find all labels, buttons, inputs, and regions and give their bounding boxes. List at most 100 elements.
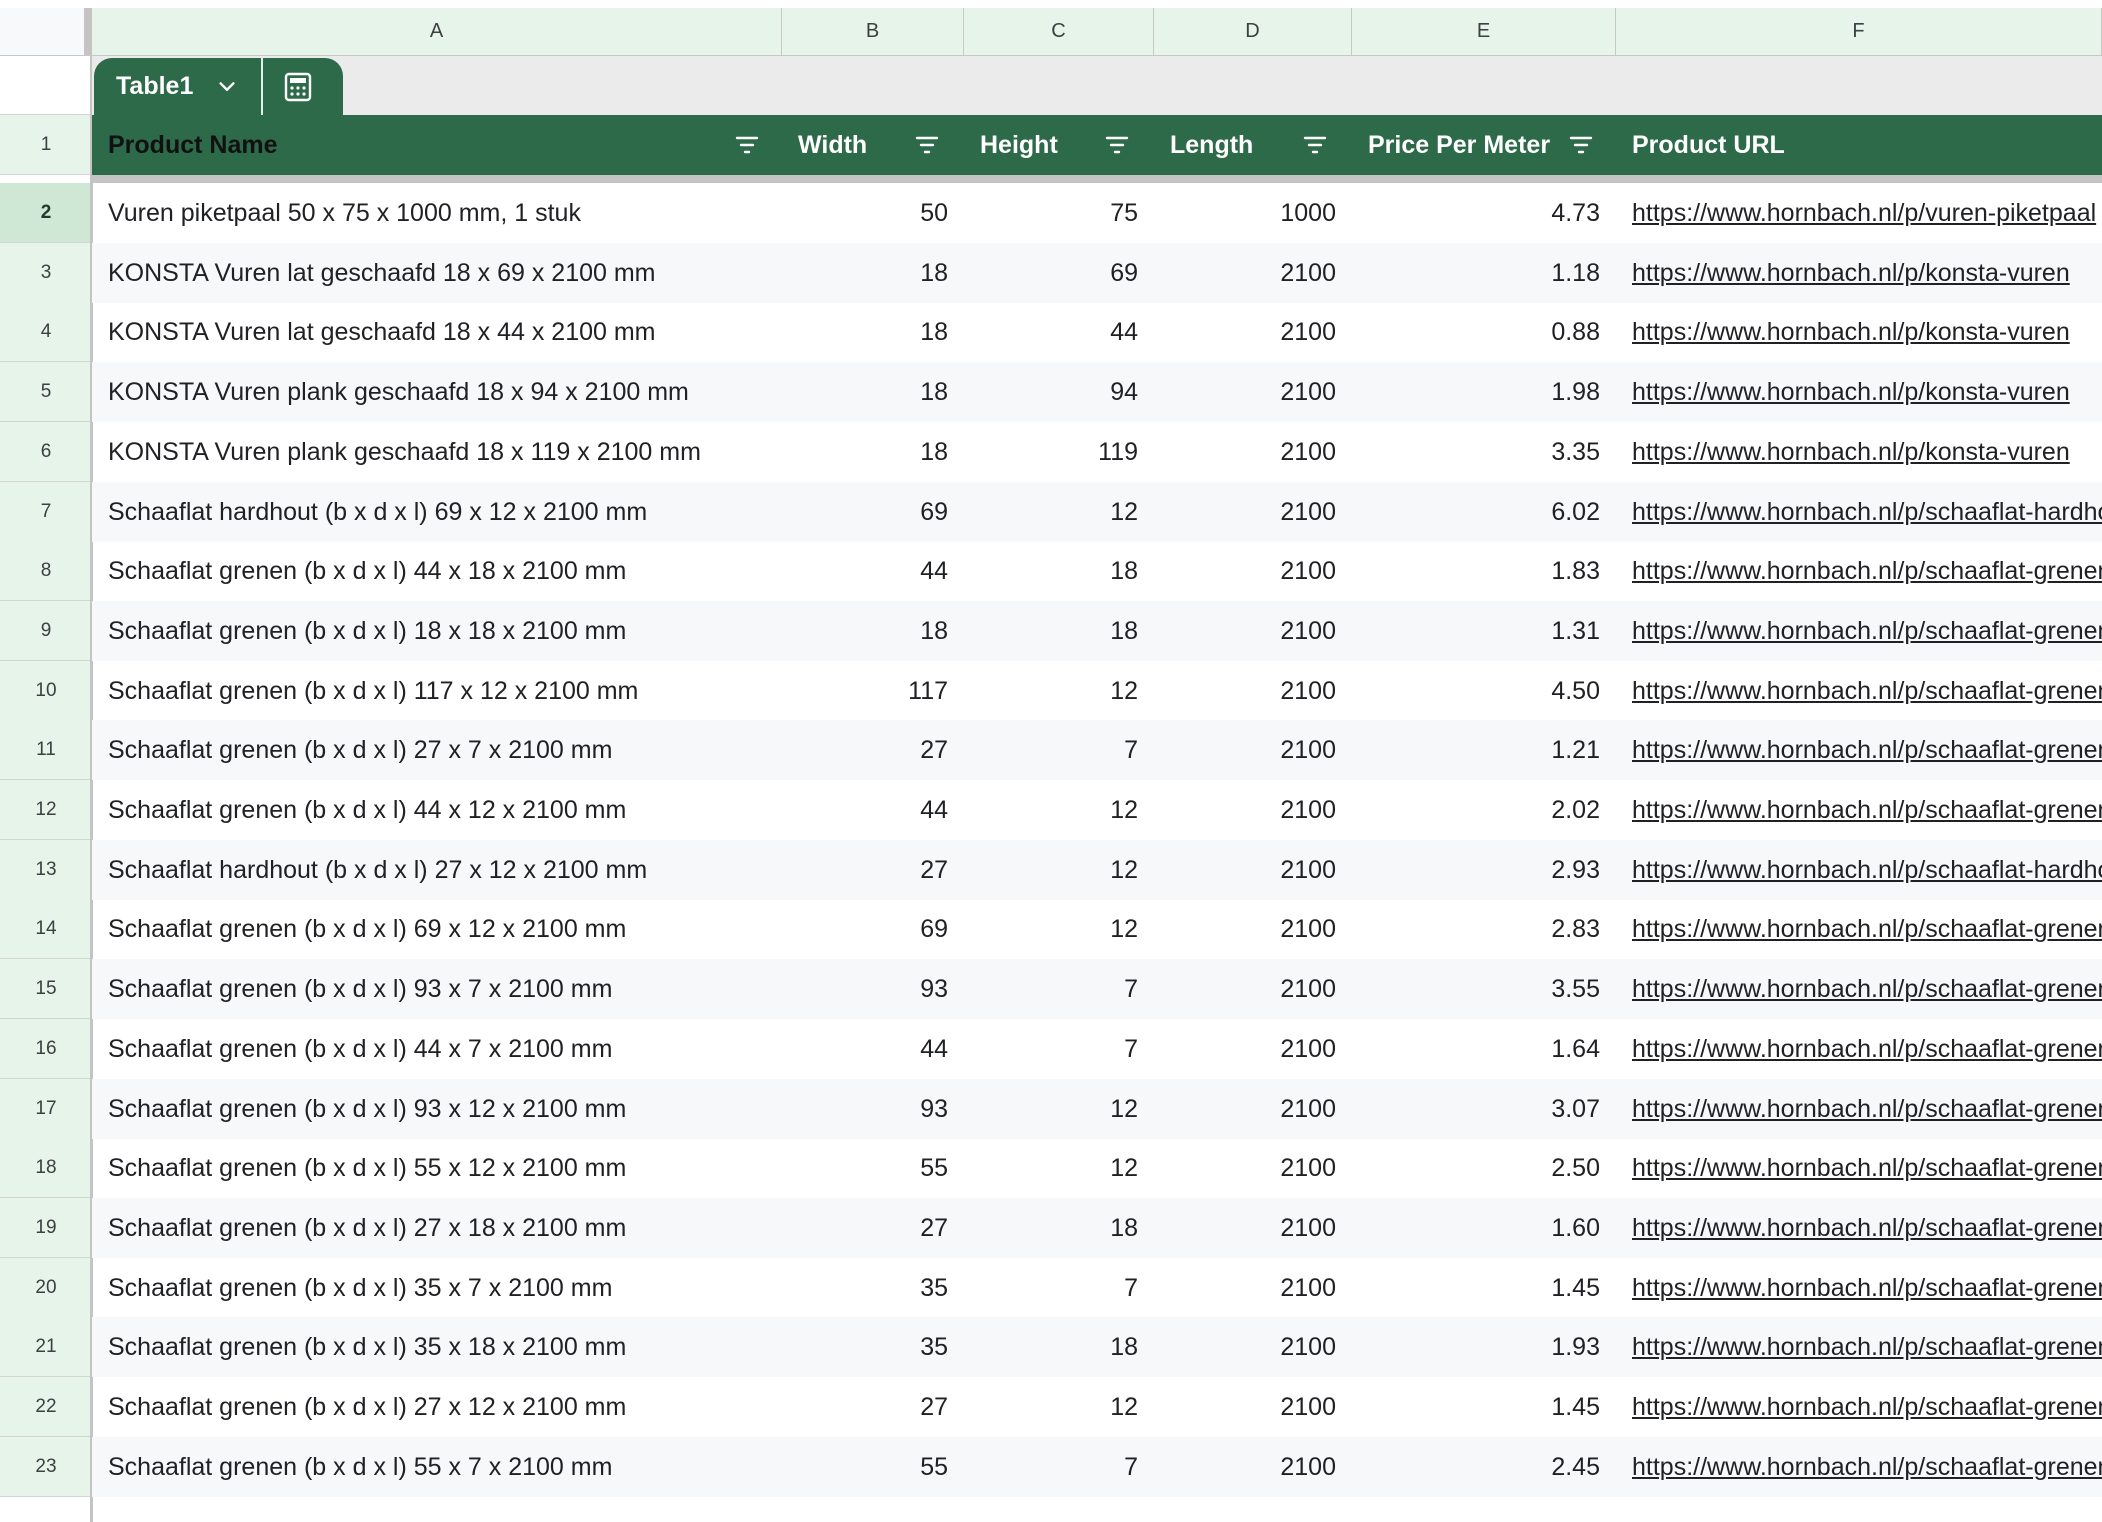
freeze-handle[interactable] bbox=[84, 8, 92, 55]
cell-price-per-meter[interactable]: 1.18 bbox=[1352, 243, 1616, 303]
cell-product-name[interactable]: Schaaflat grenen (b x d x l) 117 x 12 x … bbox=[92, 661, 782, 721]
cell-width[interactable]: 27 bbox=[782, 1377, 964, 1437]
cell-product-url[interactable]: https://www.hornbach.nl/p/schaaflat-gren… bbox=[1616, 1079, 2102, 1139]
cell-product-url[interactable]: https://www.hornbach.nl/p/konsta-vuren bbox=[1616, 302, 2102, 362]
filter-icon[interactable] bbox=[735, 134, 759, 156]
cell-product-name[interactable]: Schaaflat grenen (b x d x l) 35 x 18 x 2… bbox=[92, 1317, 782, 1377]
cell-length[interactable]: 2100 bbox=[1154, 362, 1352, 422]
cell-product-name[interactable]: Schaaflat hardhout (b x d x l) 27 x 12 x… bbox=[92, 840, 782, 900]
cell-length[interactable]: 2100 bbox=[1154, 1198, 1352, 1258]
column-header-f[interactable]: F bbox=[1616, 8, 2102, 55]
cell-width[interactable]: 55 bbox=[782, 1437, 964, 1497]
select-all-corner[interactable] bbox=[0, 8, 85, 55]
cell-height[interactable]: 7 bbox=[964, 1019, 1154, 1079]
cell-length[interactable]: 1000 bbox=[1154, 183, 1352, 243]
cell-product-url[interactable]: https://www.hornbach.nl/p/vuren-piketpaa… bbox=[1616, 183, 2102, 243]
cell-product-name[interactable]: Schaaflat grenen (b x d x l) 44 x 7 x 21… bbox=[92, 1019, 782, 1079]
cell-height[interactable]: 18 bbox=[964, 1317, 1154, 1377]
cell-product-url[interactable]: https://www.hornbach.nl/p/schaaflat-gren… bbox=[1616, 1377, 2102, 1437]
cell-product-name[interactable]: Schaaflat grenen (b x d x l) 55 x 7 x 21… bbox=[92, 1437, 782, 1497]
cell-price-per-meter[interactable]: 3.35 bbox=[1352, 422, 1616, 482]
cell-price-per-meter[interactable]: 1.31 bbox=[1352, 601, 1616, 661]
cell-height[interactable]: 12 bbox=[964, 1377, 1154, 1437]
cell-length[interactable]: 2100 bbox=[1154, 302, 1352, 362]
row-number[interactable]: 20 bbox=[0, 1257, 92, 1318]
cell-price-per-meter[interactable]: 0.88 bbox=[1352, 302, 1616, 362]
cell-height[interactable]: 7 bbox=[964, 1258, 1154, 1318]
cell-price-per-meter[interactable]: 4.73 bbox=[1352, 183, 1616, 243]
cell-height[interactable]: 12 bbox=[964, 1138, 1154, 1198]
row-number[interactable]: 21 bbox=[0, 1317, 92, 1378]
cell-length[interactable]: 2100 bbox=[1154, 243, 1352, 303]
cell-height[interactable]: 75 bbox=[964, 183, 1154, 243]
cell-length[interactable]: 2100 bbox=[1154, 1019, 1352, 1079]
cell-height[interactable]: 18 bbox=[964, 1198, 1154, 1258]
cell-product-name[interactable]: Schaaflat grenen (b x d x l) 55 x 12 x 2… bbox=[92, 1138, 782, 1198]
row-number[interactable]: 7 bbox=[0, 481, 92, 542]
cell-width[interactable]: 44 bbox=[782, 780, 964, 840]
cell-width[interactable]: 18 bbox=[782, 422, 964, 482]
cell-width[interactable]: 93 bbox=[782, 959, 964, 1019]
cell-product-url[interactable]: https://www.hornbach.nl/p/schaaflat-gren… bbox=[1616, 959, 2102, 1019]
cell-product-url[interactable]: https://www.hornbach.nl/p/schaaflat-gren… bbox=[1616, 541, 2102, 601]
cell-product-url[interactable]: https://www.hornbach.nl/p/schaaflat-gren… bbox=[1616, 661, 2102, 721]
cell-length[interactable]: 2100 bbox=[1154, 1138, 1352, 1198]
cell-product-url[interactable]: https://www.hornbach.nl/p/konsta-vuren bbox=[1616, 243, 2102, 303]
header-product-url[interactable]: Product URL bbox=[1616, 115, 2102, 175]
cell-product-name[interactable]: Schaaflat grenen (b x d x l) 44 x 12 x 2… bbox=[92, 780, 782, 840]
frozen-row-divider[interactable] bbox=[92, 175, 2102, 183]
cell-height[interactable]: 119 bbox=[964, 422, 1154, 482]
row-number[interactable]: 19 bbox=[0, 1197, 92, 1258]
cell-width[interactable]: 27 bbox=[782, 840, 964, 900]
cell-length[interactable]: 2100 bbox=[1154, 1377, 1352, 1437]
cell-product-url[interactable]: https://www.hornbach.nl/p/schaaflat-gren… bbox=[1616, 1258, 2102, 1318]
filter-icon[interactable] bbox=[1569, 134, 1593, 156]
row-number[interactable]: 10 bbox=[0, 660, 92, 721]
cell-width[interactable]: 44 bbox=[782, 541, 964, 601]
cell-product-name[interactable]: Schaaflat grenen (b x d x l) 18 x 18 x 2… bbox=[92, 601, 782, 661]
cell-length[interactable]: 2100 bbox=[1154, 1317, 1352, 1377]
filter-icon[interactable] bbox=[1303, 134, 1327, 156]
row-number[interactable]: 16 bbox=[0, 1018, 92, 1079]
cell-height[interactable]: 69 bbox=[964, 243, 1154, 303]
cell-width[interactable]: 18 bbox=[782, 362, 964, 422]
cell-price-per-meter[interactable]: 1.45 bbox=[1352, 1377, 1616, 1437]
cell-height[interactable]: 12 bbox=[964, 661, 1154, 721]
cell-product-url[interactable]: https://www.hornbach.nl/p/schaaflat-gren… bbox=[1616, 601, 2102, 661]
header-product-name[interactable]: Product Name bbox=[92, 115, 782, 175]
cell-product-name[interactable]: Schaaflat grenen (b x d x l) 93 x 12 x 2… bbox=[92, 1079, 782, 1139]
cell-height[interactable]: 7 bbox=[964, 1437, 1154, 1497]
cell-product-name[interactable]: Schaaflat grenen (b x d x l) 27 x 7 x 21… bbox=[92, 720, 782, 780]
cell-width[interactable]: 27 bbox=[782, 720, 964, 780]
cell-height[interactable]: 7 bbox=[964, 959, 1154, 1019]
cell-width[interactable]: 35 bbox=[782, 1258, 964, 1318]
cell-product-url[interactable]: https://www.hornbach.nl/p/schaaflat-gren… bbox=[1616, 1138, 2102, 1198]
row-number[interactable]: 8 bbox=[0, 541, 92, 602]
cell-price-per-meter[interactable]: 2.02 bbox=[1352, 780, 1616, 840]
cell-product-name[interactable]: Schaaflat grenen (b x d x l) 44 x 18 x 2… bbox=[92, 541, 782, 601]
cell-width[interactable]: 93 bbox=[782, 1079, 964, 1139]
row-number[interactable]: 3 bbox=[0, 242, 92, 303]
cell-length[interactable]: 2100 bbox=[1154, 482, 1352, 542]
cell-price-per-meter[interactable]: 1.64 bbox=[1352, 1019, 1616, 1079]
cell-length[interactable]: 2100 bbox=[1154, 541, 1352, 601]
row-number[interactable]: 11 bbox=[0, 720, 92, 781]
cell-length[interactable]: 2100 bbox=[1154, 840, 1352, 900]
cell-height[interactable]: 7 bbox=[964, 720, 1154, 780]
cell-price-per-meter[interactable]: 2.83 bbox=[1352, 899, 1616, 959]
cell-price-per-meter[interactable]: 4.50 bbox=[1352, 661, 1616, 721]
row-number[interactable]: 18 bbox=[0, 1138, 92, 1199]
cell-length[interactable]: 2100 bbox=[1154, 899, 1352, 959]
cell-price-per-meter[interactable]: 1.98 bbox=[1352, 362, 1616, 422]
cell-width[interactable]: 50 bbox=[782, 183, 964, 243]
cell-width[interactable]: 117 bbox=[782, 661, 964, 721]
row-number[interactable]: 13 bbox=[0, 839, 92, 900]
cell-price-per-meter[interactable]: 2.50 bbox=[1352, 1138, 1616, 1198]
cell-product-url[interactable]: https://www.hornbach.nl/p/schaaflat-gren… bbox=[1616, 720, 2102, 780]
row-number[interactable]: 5 bbox=[0, 362, 92, 423]
cell-width[interactable]: 69 bbox=[782, 899, 964, 959]
row-number[interactable]: 9 bbox=[0, 600, 92, 661]
column-header-a[interactable]: A bbox=[92, 8, 782, 55]
row-number[interactable]: 6 bbox=[0, 421, 92, 482]
cell-width[interactable]: 55 bbox=[782, 1138, 964, 1198]
